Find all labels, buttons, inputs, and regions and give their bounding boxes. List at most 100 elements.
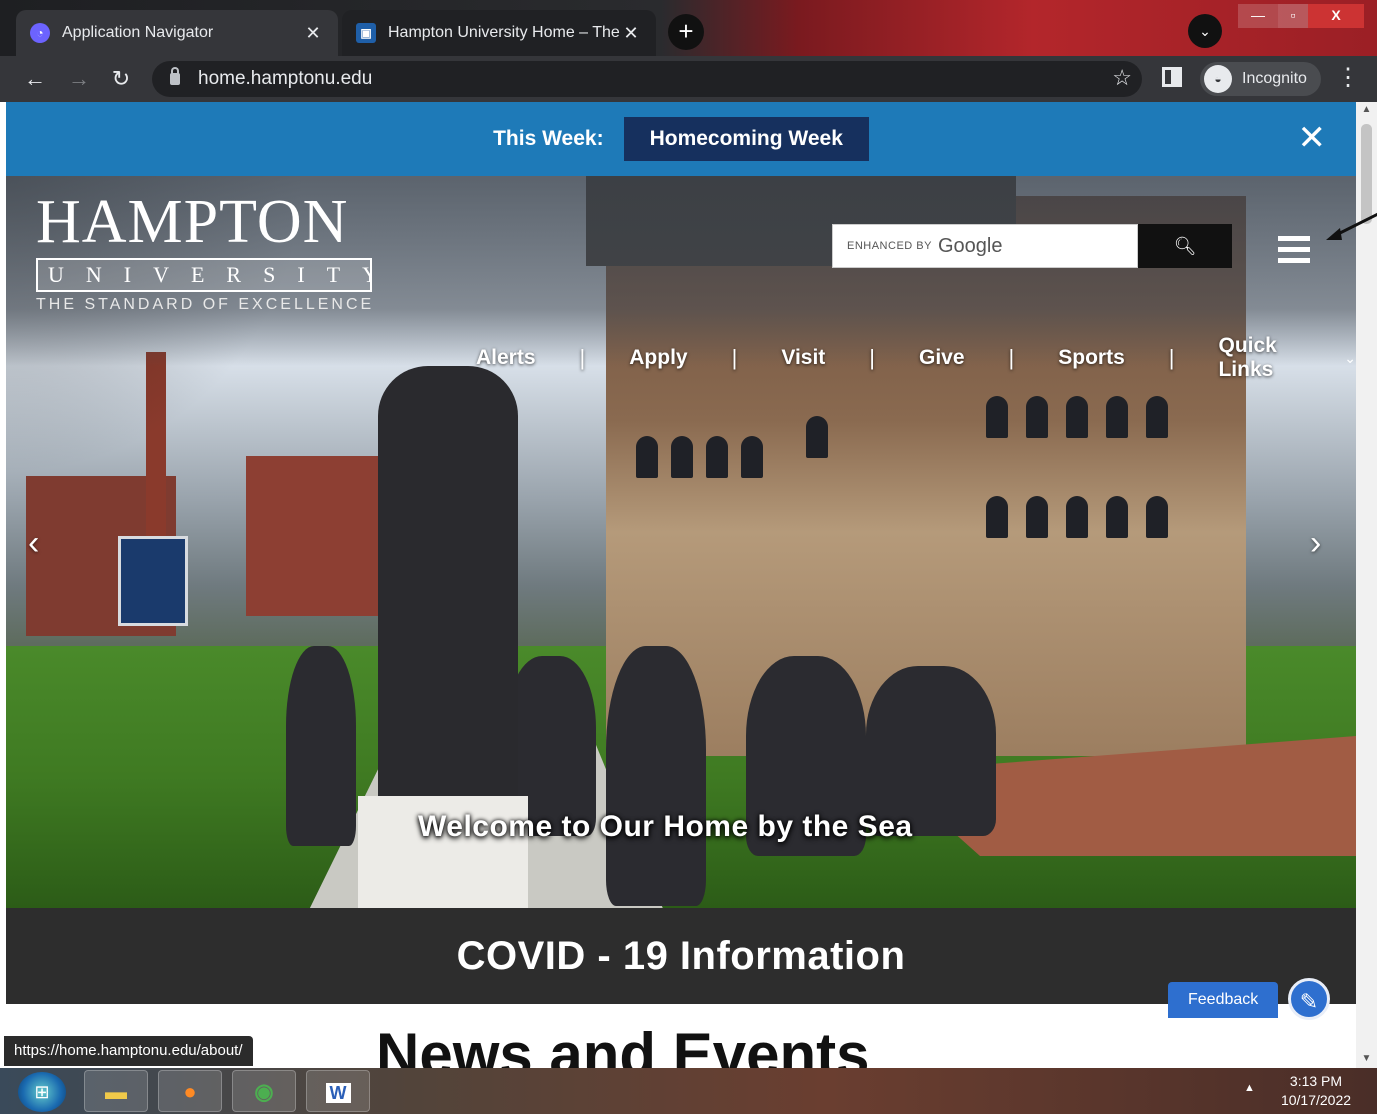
side-panel-icon[interactable]	[1162, 67, 1182, 87]
announcement-label: This Week:	[493, 127, 604, 150]
search-button[interactable]: 🔍︎	[1138, 224, 1232, 268]
clock-time: 3:13 PM	[1289, 1073, 1343, 1089]
tab-close-icon[interactable]: ✕	[302, 23, 324, 44]
screen: ◔ Application Navigator ✕ ▣ Hampton Univ…	[0, 0, 1377, 1114]
word-button[interactable]: W	[306, 1070, 370, 1112]
nav-separator: |	[1168, 345, 1175, 370]
scroll-up-icon[interactable]: ▲	[1356, 104, 1377, 115]
hero-photo-window	[1106, 496, 1128, 538]
hero-photo-window	[986, 396, 1008, 438]
logo-wordmark: HAMPTON	[36, 188, 349, 256]
chevron-left-icon[interactable]: ‹	[28, 524, 39, 563]
maximize-button[interactable]: ▫	[1278, 4, 1308, 28]
forward-arrow-icon[interactable]: →	[64, 64, 94, 94]
covid-title: COVID - 19 Information	[456, 933, 906, 978]
file-explorer-button[interactable]: ▬	[84, 1070, 148, 1112]
announcement-link[interactable]: Homecoming Week	[623, 117, 869, 161]
close-window-button[interactable]: X	[1308, 4, 1364, 28]
tab-title: Hampton University Home – The	[388, 24, 620, 41]
window-controls: — ▫ X	[1238, 4, 1364, 28]
hero-photo-window	[741, 436, 763, 478]
hero-photo-person	[606, 646, 706, 906]
browser-tab-strip: ◔ Application Navigator ✕ ▣ Hampton Univ…	[0, 0, 1377, 56]
hero-photo-sign	[118, 536, 188, 626]
windows-taskbar: ⊞ ▬ ● ◉ W ▲ 3:13 PM 10/17/2022	[0, 1068, 1377, 1114]
main-nav: Alerts | Apply | Visit | Give | Sports |…	[476, 334, 1356, 382]
hero-photo-window	[806, 416, 828, 458]
logo-tagline: THE STANDARD OF EXCELLENCE	[36, 296, 375, 313]
bookmark-star-icon[interactable]: ☆	[1112, 65, 1132, 91]
hero-slideshow: HAMPTON UNIVERSITY THE STANDARD OF EXCEL…	[6, 176, 1356, 908]
search-enhanced-label: ENHANCED BY	[847, 240, 932, 252]
search-icon: 🔍︎	[1173, 236, 1197, 256]
hero-photo-window	[1146, 496, 1168, 538]
firefox-icon: ●	[183, 1079, 197, 1104]
nav-item-alerts[interactable]: Alerts	[476, 346, 536, 370]
close-icon[interactable]: ✕	[1298, 118, 1327, 158]
tab-close-icon[interactable]: ✕	[620, 23, 642, 44]
news-section-title: News and Events	[376, 1021, 870, 1068]
hero-photo-window	[1066, 396, 1088, 438]
hero-photo-window	[1146, 396, 1168, 438]
new-tab-button[interactable]: +	[668, 14, 704, 50]
chrome-icon: ◉	[254, 1079, 274, 1104]
hero-photo-window	[671, 436, 693, 478]
nav-item-sports[interactable]: Sports	[1058, 346, 1125, 370]
chevron-down-icon[interactable]: ⌄	[1344, 350, 1356, 367]
hero-photo-window	[1026, 396, 1048, 438]
covid-info-banner[interactable]: COVID - 19 Information	[6, 908, 1356, 1004]
announcement-bar: This Week: Homecoming Week ✕	[6, 102, 1356, 176]
hero-photo-building	[246, 456, 386, 616]
hampton-favicon-icon: ▣	[356, 23, 376, 43]
hero-photo-window	[1026, 496, 1048, 538]
url-text: home.hamptonu.edu	[198, 68, 373, 89]
nav-separator: |	[1008, 345, 1015, 370]
nav-item-quick-links[interactable]: Quick Links	[1218, 334, 1334, 382]
tab-search-chevron-icon[interactable]: ⌄	[1188, 14, 1222, 48]
folder-icon: ▬	[105, 1079, 127, 1104]
chrome-button[interactable]: ◉	[232, 1070, 296, 1112]
search-input[interactable]: ENHANCED BY Google	[832, 224, 1138, 268]
browser-menu-icon[interactable]: ⋮	[1336, 64, 1360, 92]
chevron-right-icon[interactable]: ›	[1310, 524, 1321, 563]
hero-photo-window	[636, 436, 658, 478]
windows-start-icon[interactable]: ⊞	[18, 1072, 66, 1112]
firefox-button[interactable]: ●	[158, 1070, 222, 1112]
hero-photo-speaker	[378, 366, 518, 806]
logo-subtitle: UNIVERSITY	[36, 258, 372, 292]
incognito-icon: ◒	[1204, 65, 1232, 93]
hero-photo-person	[286, 646, 356, 846]
hampton-logo[interactable]: HAMPTON UNIVERSITY THE STANDARD OF EXCEL…	[36, 190, 374, 314]
nav-item-give[interactable]: Give	[919, 346, 965, 370]
incognito-label: Incognito	[1242, 70, 1307, 87]
scroll-down-icon[interactable]: ▼	[1356, 1053, 1377, 1064]
nav-separator: |	[869, 345, 875, 370]
page-viewport: This Week: Homecoming Week ✕ HAMPTON UNI…	[6, 102, 1356, 1068]
nav-item-visit[interactable]: Visit	[781, 346, 825, 370]
tab-title: Application Navigator	[62, 24, 214, 41]
nav-separator: |	[731, 345, 738, 370]
lock-icon	[170, 67, 180, 85]
back-arrow-icon[interactable]: ←	[20, 64, 50, 94]
google-logo: Google	[937, 234, 1003, 257]
clock-date: 10/17/2022	[1280, 1092, 1352, 1108]
hamburger-menu-icon[interactable]	[1278, 236, 1310, 263]
annotation-arrow-icon	[1326, 212, 1377, 240]
tab-hampton-home[interactable]: ▣ Hampton University Home – The ✕	[342, 10, 656, 56]
hero-photo-window	[706, 436, 728, 478]
incognito-badge[interactable]: ◒ Incognito	[1200, 62, 1321, 96]
word-icon: W	[325, 1083, 351, 1103]
tray-expand-icon[interactable]: ▲	[1244, 1082, 1255, 1094]
app-navigator-icon: ◔	[30, 23, 50, 43]
reload-icon[interactable]: ↻	[106, 64, 136, 94]
pencil-icon[interactable]: ✎	[1288, 978, 1330, 1020]
system-clock[interactable]: 3:13 PM 10/17/2022	[1266, 1072, 1366, 1110]
address-bar[interactable]: home.hamptonu.edu ☆	[152, 61, 1142, 97]
nav-separator: |	[579, 345, 586, 370]
feedback-button[interactable]: Feedback	[1168, 982, 1279, 1018]
hero-photo-window	[1066, 496, 1088, 538]
nav-item-apply[interactable]: Apply	[629, 346, 687, 370]
tab-application-navigator[interactable]: ◔ Application Navigator ✕	[16, 10, 338, 56]
status-link-preview: https://home.hamptonu.edu/about/	[4, 1036, 253, 1066]
minimize-button[interactable]: —	[1238, 4, 1278, 28]
